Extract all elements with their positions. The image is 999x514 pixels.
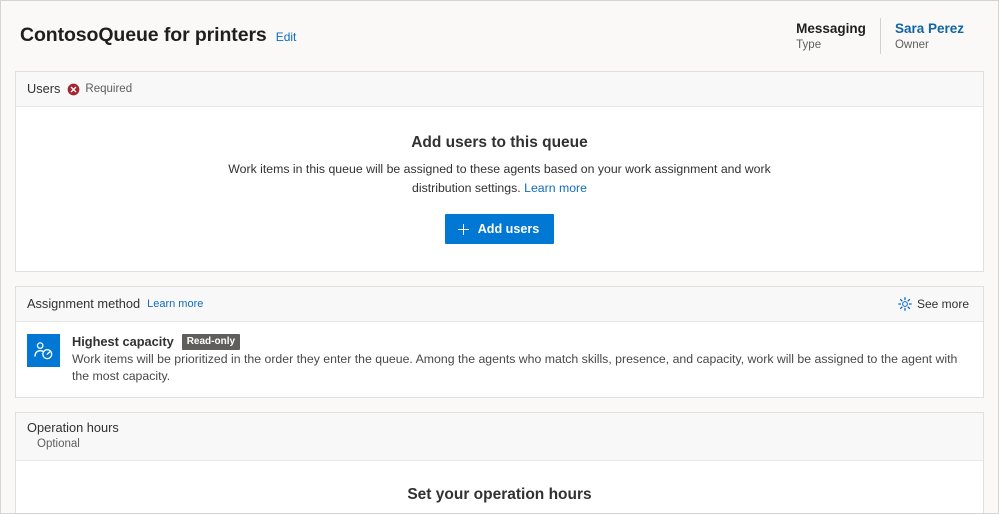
edit-title-link[interactable]: Edit bbox=[276, 30, 297, 44]
queue-settings-page: ContosoQueue for printers Edit Messaging… bbox=[0, 0, 999, 514]
operation-hours-card-header: Operation hours Optional bbox=[16, 413, 983, 461]
meta-type-value: Messaging bbox=[796, 20, 866, 36]
assignment-method-title: Highest capacity bbox=[72, 334, 174, 349]
cards-container: Users Required Add users to this queue W… bbox=[1, 71, 998, 513]
operation-hours-empty-state: Set your operation hours Choose the days… bbox=[16, 461, 983, 513]
assignment-method-row: Highest capacity Read-only Work items wi… bbox=[16, 322, 983, 397]
error-circle-icon bbox=[68, 83, 80, 95]
assignment-header-left: Assignment method Learn more bbox=[27, 296, 898, 312]
required-label: Required bbox=[85, 83, 133, 95]
operation-hours-empty-title: Set your operation hours bbox=[407, 486, 592, 503]
header-meta-group: Messaging Type Sara Perez Owner bbox=[790, 18, 980, 54]
assignment-section-title: Assignment method bbox=[27, 296, 141, 311]
assignment-method-texts: Highest capacity Read-only Work items wi… bbox=[72, 333, 971, 385]
users-card-header: Users Required bbox=[16, 72, 983, 107]
read-only-badge: Read-only bbox=[181, 333, 241, 350]
meta-owner: Sara Perez Owner bbox=[879, 18, 978, 54]
meta-type: Messaging Type bbox=[790, 18, 880, 54]
capacity-person-icon bbox=[27, 334, 60, 367]
required-badge: Required bbox=[67, 82, 132, 96]
gear-icon bbox=[898, 297, 912, 311]
users-card: Users Required Add users to this queue W… bbox=[15, 71, 984, 272]
operation-hours-optional-label: Optional bbox=[37, 438, 80, 450]
users-empty-description: Work items in this queue will be assigne… bbox=[200, 160, 800, 198]
see-more-label: See more bbox=[916, 296, 969, 311]
operation-hours-card: Operation hours Optional Set your operat… bbox=[15, 412, 984, 513]
users-section-title: Users bbox=[27, 81, 61, 96]
users-empty-title: Add users to this queue bbox=[411, 134, 588, 151]
page-title: ContosoQueue for printers bbox=[20, 24, 267, 47]
users-empty-description-text: Work items in this queue will be assigne… bbox=[228, 162, 771, 195]
see-more-button[interactable]: See more bbox=[898, 297, 971, 312]
assignment-method-title-row: Highest capacity Read-only bbox=[72, 333, 971, 350]
meta-owner-label: Owner bbox=[894, 38, 929, 51]
users-header-left: Users Required bbox=[27, 81, 971, 97]
title-group: ContosoQueue for printers Edit bbox=[20, 24, 790, 47]
page-header: ContosoQueue for printers Edit Messaging… bbox=[1, 1, 998, 71]
add-users-button-label: Add users bbox=[477, 221, 540, 236]
assignment-method-card: Assignment method Learn more See more Hi… bbox=[15, 286, 984, 398]
users-learn-more-link[interactable]: Learn more bbox=[524, 181, 587, 195]
meta-type-label: Type bbox=[796, 38, 822, 51]
add-users-button[interactable]: Add users bbox=[444, 214, 555, 244]
users-actions: Add users bbox=[36, 214, 963, 244]
capacity-person-glyph bbox=[34, 342, 53, 360]
assignment-method-description: Work items will be prioritized in the or… bbox=[72, 352, 958, 383]
meta-owner-value[interactable]: Sara Perez bbox=[895, 20, 964, 37]
assignment-card-header: Assignment method Learn more See more bbox=[16, 287, 983, 322]
plus-icon bbox=[457, 223, 469, 235]
users-empty-state: Add users to this queue Work items in th… bbox=[16, 107, 983, 271]
operation-hours-section-title: Operation hours bbox=[27, 420, 119, 435]
assignment-learn-more-link[interactable]: Learn more bbox=[147, 297, 203, 311]
